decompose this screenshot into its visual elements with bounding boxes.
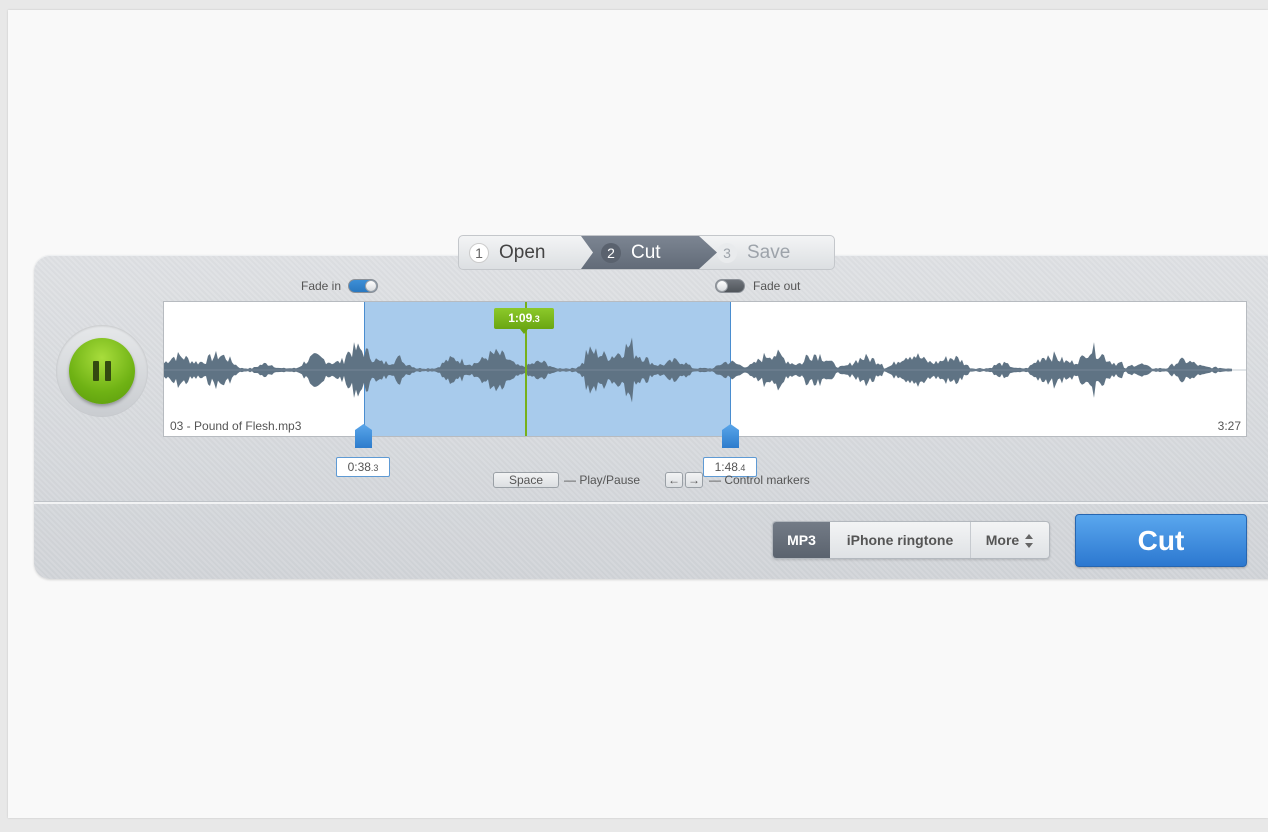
format-iphone-ringtone-button[interactable]: iPhone ringtone: [830, 522, 971, 558]
start-marker-time[interactable]: 0:38.3: [336, 457, 390, 477]
pause-icon: [93, 361, 111, 381]
play-pause-button[interactable]: [69, 338, 135, 404]
left-arrow-key: ←: [665, 472, 683, 488]
step-label: Cut: [631, 241, 661, 263]
step-label: Save: [747, 241, 791, 263]
playhead-time-badge: 1:09.3: [494, 308, 554, 334]
start-time: 0:38: [347, 460, 371, 474]
waveform: [164, 337, 1246, 403]
end-time-fraction: .4: [737, 463, 746, 473]
toggle-knob: [716, 280, 728, 292]
more-label: More: [985, 532, 1020, 548]
step-number: 1: [469, 242, 489, 263]
play-pause-hint: — Play/Pause: [564, 473, 641, 487]
fade-out-label: Fade out: [753, 279, 801, 293]
playhead-time-fraction: .3: [532, 314, 540, 324]
step-cut[interactable]: 2 Cut: [601, 236, 661, 269]
step-number: 2: [601, 242, 621, 263]
format-mp3-button[interactable]: MP3: [773, 522, 830, 558]
playhead-time: 1:09: [508, 311, 533, 325]
fade-in-label: Fade in: [301, 279, 342, 293]
fade-in-toggle[interactable]: [348, 279, 378, 293]
track-duration: 3:27: [1217, 419, 1241, 433]
step-label: Open: [499, 241, 546, 263]
waveform-area[interactable]: 03 - Pound of Flesh.mp3 3:27: [163, 301, 1247, 437]
step-save[interactable]: 3 Save: [717, 236, 790, 269]
file-name: 03 - Pound of Flesh.mp3: [170, 419, 302, 433]
panel-divider: [34, 501, 1268, 504]
toggle-knob: [365, 280, 377, 292]
step-number: 3: [717, 242, 737, 263]
format-selector: MP3 iPhone ringtone More: [772, 521, 1050, 559]
step-open[interactable]: 1 Open: [469, 236, 545, 269]
control-markers-hint: — Control markers: [709, 473, 810, 487]
end-time: 1:48: [714, 460, 738, 474]
steps-bar: 1 Open 2 Cut 3 Save: [458, 235, 835, 270]
space-key: Space: [493, 472, 559, 488]
start-time-fraction: .3: [370, 463, 379, 473]
up-down-arrows-icon: [1025, 534, 1034, 549]
cut-button[interactable]: Cut: [1075, 514, 1247, 567]
right-arrow-key: →: [685, 472, 703, 488]
format-more-dropdown[interactable]: More: [970, 522, 1049, 558]
fade-out-toggle[interactable]: [715, 279, 745, 293]
